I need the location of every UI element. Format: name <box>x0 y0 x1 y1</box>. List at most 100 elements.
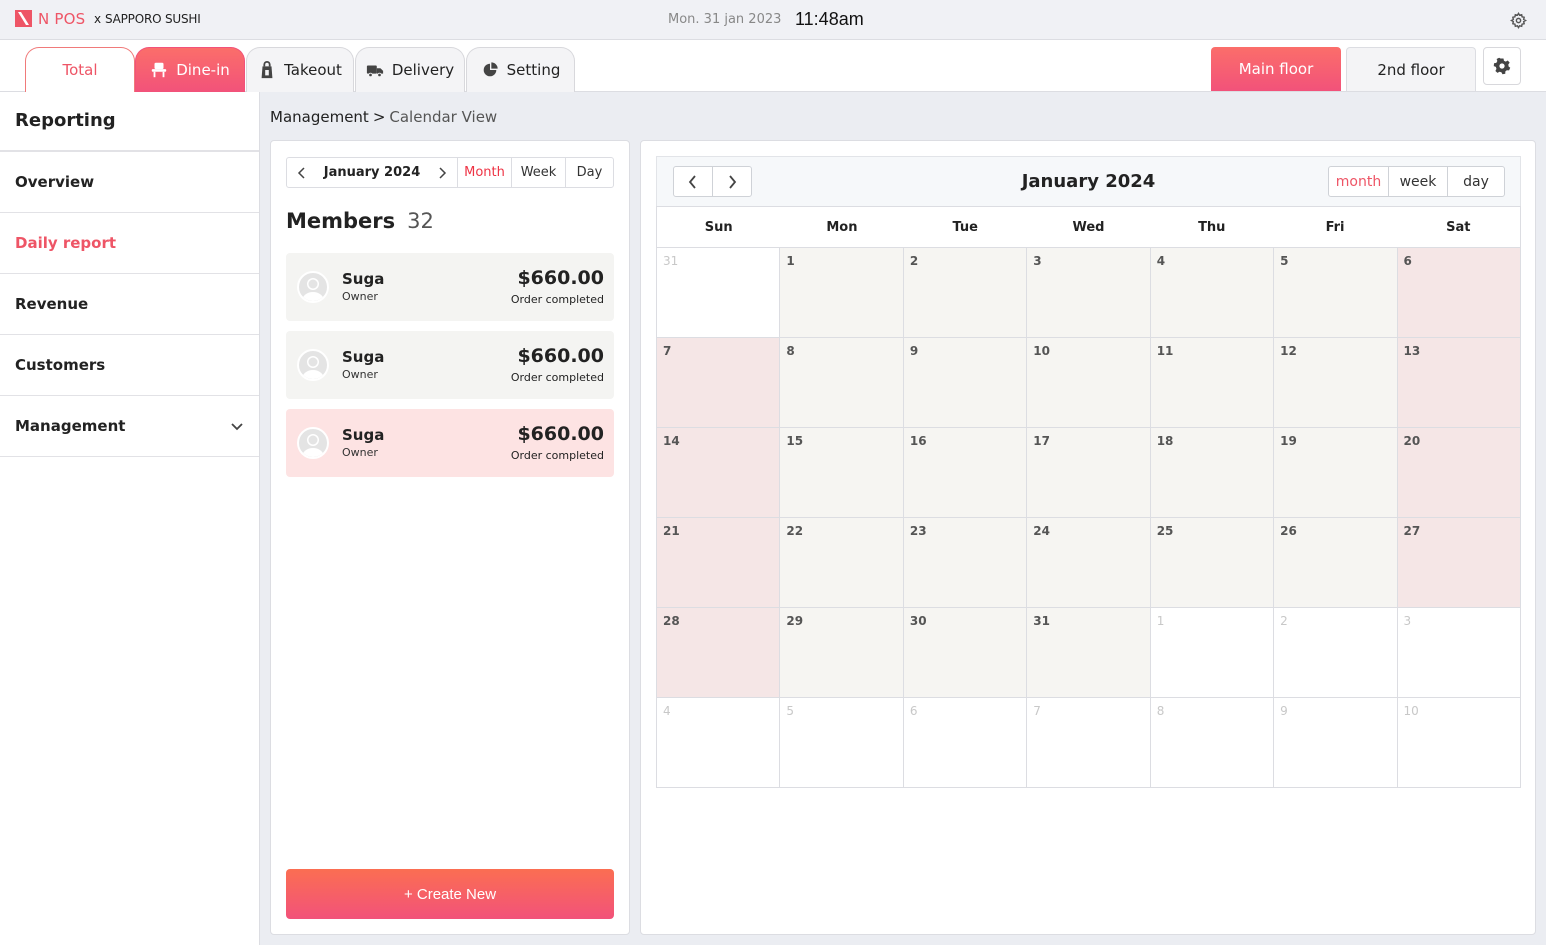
calendar-day-cell[interactable]: 3 <box>1026 248 1150 337</box>
pie-chart-icon <box>483 62 498 77</box>
calendar-day-cell[interactable]: 21 <box>657 518 780 607</box>
calendar-day-cell[interactable]: 20 <box>1396 428 1520 517</box>
calendar-day-cell[interactable]: 1 <box>1149 608 1274 697</box>
sidebar-title: Reporting <box>0 92 259 152</box>
floor-settings-button[interactable] <box>1483 47 1521 85</box>
calendar-week-row: 31 1 2 3 4 5 6 <box>657 248 1520 338</box>
calendar-day-cell[interactable]: 8 <box>779 338 903 427</box>
calendar-day-cell[interactable]: 2 <box>902 248 1027 337</box>
user-icon <box>302 356 324 379</box>
mini-view-week[interactable]: Week <box>511 158 565 187</box>
next-month-button[interactable] <box>427 158 457 187</box>
create-new-button[interactable]: + Create New <box>286 869 614 919</box>
members-panel: January 2024 Month Week Day Members 32 Su… <box>270 140 630 935</box>
calendar-day-cell[interactable]: 2 <box>1273 608 1397 697</box>
calendar-nav-buttons <box>673 166 752 197</box>
member-card[interactable]: Suga Owner $660.00 Order completed <box>286 331 614 399</box>
calendar-day-cell[interactable]: 12 <box>1273 338 1397 427</box>
tab-label: Total <box>62 61 98 79</box>
main-floor-button[interactable]: Main floor <box>1211 47 1341 91</box>
calendar-day-cell[interactable]: 30 <box>902 608 1027 697</box>
calendar-day-cell[interactable]: 15 <box>779 428 903 517</box>
prev-month-button[interactable] <box>287 158 317 187</box>
tab-takeout[interactable]: Takeout <box>246 47 354 92</box>
weekday-label: Sun <box>704 219 733 235</box>
logo-icon <box>15 10 32 27</box>
calendar-day-cell[interactable]: 18 <box>1149 428 1274 517</box>
calendar-day-cell[interactable]: 6 <box>1396 248 1520 337</box>
bag-icon <box>261 61 273 79</box>
calendar-day-cell[interactable]: 22 <box>779 518 903 607</box>
calendar-day-cell[interactable]: 16 <box>902 428 1027 517</box>
member-status: Order completed <box>510 293 604 306</box>
calendar-day-cell[interactable]: 9 <box>1273 698 1397 787</box>
calendar-day-cell[interactable]: 14 <box>657 428 780 517</box>
mini-view-day[interactable]: Day <box>565 158 613 187</box>
tab-dine-in[interactable]: Dine-in <box>135 47 245 92</box>
sidebar-item-management[interactable]: Management <box>0 396 259 457</box>
chair-icon <box>152 62 167 78</box>
calendar-view-month[interactable]: month <box>1329 167 1388 196</box>
calendar-day-cell[interactable]: 7 <box>1026 698 1150 787</box>
sidebar-item-customers[interactable]: Customers <box>0 335 259 396</box>
member-status: Order completed <box>510 449 604 462</box>
user-icon <box>302 434 324 457</box>
calendar-day-cell[interactable]: 23 <box>902 518 1027 607</box>
members-title: Members <box>286 209 396 233</box>
calendar-day-cell[interactable]: 8 <box>1149 698 1274 787</box>
members-count: 32 <box>407 209 434 233</box>
calendar-day-cell[interactable]: 25 <box>1149 518 1274 607</box>
gear-icon[interactable] <box>1510 12 1527 29</box>
calendar-day-cell[interactable]: 6 <box>902 698 1027 787</box>
calendar-day-cell[interactable]: 31 <box>657 248 780 337</box>
sidebar: Reporting Overview Daily report Revenue … <box>0 92 260 945</box>
calendar-day-cell[interactable]: 5 <box>779 698 903 787</box>
calendar-view-day[interactable]: day <box>1447 167 1504 196</box>
weekday-label: Thu <box>1198 219 1226 235</box>
calendar-grid: Sun Mon Tue Wed Thu Fri Sat 31 1 2 3 4 5… <box>656 206 1521 788</box>
calendar-day-cell[interactable]: 4 <box>1149 248 1274 337</box>
breadcrumb-parent[interactable]: Management <box>270 108 369 126</box>
calendar-next-button[interactable] <box>712 167 751 196</box>
calendar-day-cell[interactable]: 4 <box>657 698 780 787</box>
calendar-day-cell[interactable]: 10 <box>1396 698 1520 787</box>
sidebar-item-overview[interactable]: Overview <box>0 152 259 213</box>
calendar-day-cell[interactable]: 28 <box>657 608 780 697</box>
calendar-day-cell[interactable]: 10 <box>1026 338 1150 427</box>
member-amount: $660.00 <box>517 345 604 367</box>
calendar-day-cell[interactable]: 3 <box>1396 608 1520 697</box>
calendar-week-row: 21 22 23 24 25 26 27 <box>657 518 1520 608</box>
tab-setting[interactable]: Setting <box>466 47 575 92</box>
tab-delivery[interactable]: Delivery <box>355 47 465 92</box>
truck-icon <box>366 65 383 78</box>
calendar-day-cell[interactable]: 19 <box>1273 428 1397 517</box>
calendar-day-cell[interactable]: 26 <box>1273 518 1397 607</box>
calendar-day-cell[interactable]: 17 <box>1026 428 1150 517</box>
member-card[interactable]: Suga Owner $660.00 Order completed <box>286 253 614 321</box>
tab-total[interactable]: Total <box>25 47 135 92</box>
member-card-selected[interactable]: Suga Owner $660.00 Order completed <box>286 409 614 477</box>
second-floor-button[interactable]: 2nd floor <box>1346 47 1476 91</box>
gear-icon <box>1493 57 1511 75</box>
calendar-day-cell[interactable]: 24 <box>1026 518 1150 607</box>
calendar-day-cell[interactable]: 31 <box>1026 608 1150 697</box>
sidebar-item-revenue[interactable]: Revenue <box>0 274 259 335</box>
calendar-day-cell[interactable]: 7 <box>657 338 780 427</box>
calendar-day-cell[interactable]: 27 <box>1396 518 1520 607</box>
sidebar-item-daily-report[interactable]: Daily report <box>0 213 259 274</box>
member-role: Owner <box>342 446 378 459</box>
calendar-day-cell[interactable]: 5 <box>1273 248 1397 337</box>
sidebar-item-label: Revenue <box>15 295 89 313</box>
calendar-day-cell[interactable]: 1 <box>779 248 903 337</box>
weekday-label: Sat <box>1446 219 1471 235</box>
chevron-left-icon <box>297 166 305 179</box>
calendar-prev-button[interactable] <box>674 167 712 196</box>
mini-view-month[interactable]: Month <box>457 158 511 187</box>
calendar-day-cell[interactable]: 29 <box>779 608 903 697</box>
breadcrumb-current: Calendar View <box>389 108 498 126</box>
calendar-day-cell[interactable]: 9 <box>902 338 1027 427</box>
calendar-day-cell[interactable]: 11 <box>1149 338 1274 427</box>
calendar-view-week[interactable]: week <box>1388 167 1447 196</box>
calendar-day-cell[interactable]: 13 <box>1396 338 1520 427</box>
tab-label: Delivery <box>391 61 455 79</box>
